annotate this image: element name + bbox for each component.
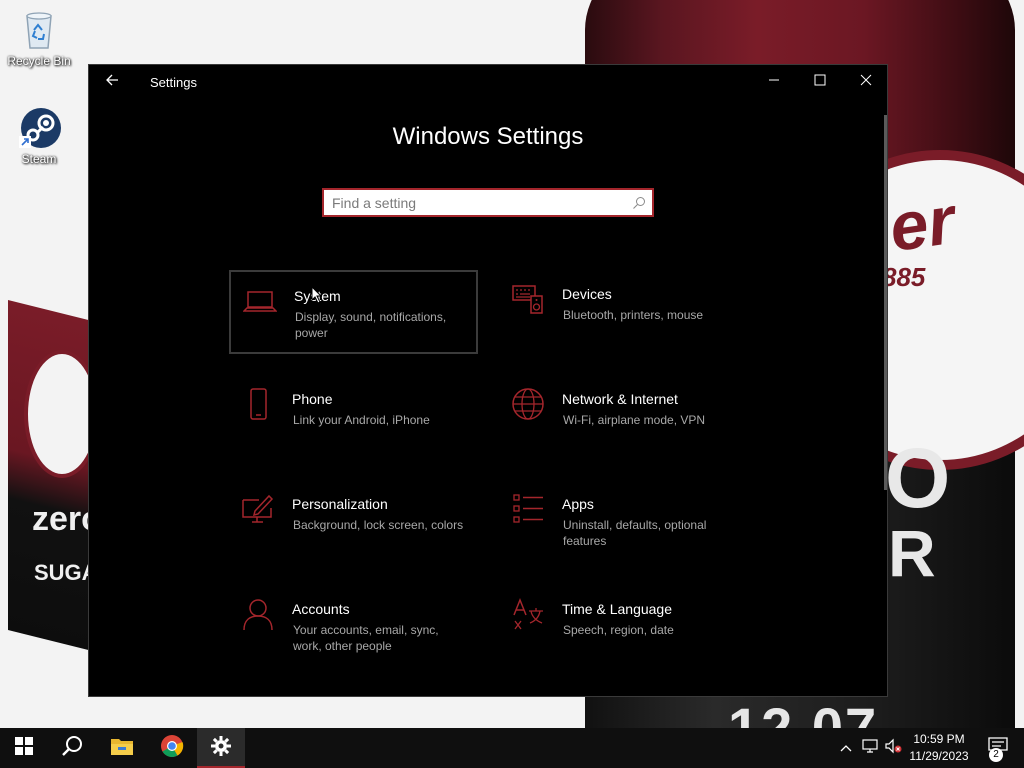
wallpaper-can-year: 885 <box>882 262 926 292</box>
tile-apps[interactable]: Apps Uninstall, defaults, optional featu… <box>499 480 748 564</box>
close-icon <box>860 73 872 91</box>
search-box[interactable] <box>322 188 654 217</box>
taskbar-file-explorer[interactable] <box>98 728 146 768</box>
tile-description: Display, sound, notifications, power <box>295 310 447 340</box>
notification-count-badge: 2 <box>989 748 1003 762</box>
tile-description: Link your Android, iPhone <box>293 413 430 427</box>
clock-time: 10:59 PM <box>913 732 965 746</box>
close-button[interactable] <box>843 65 889 99</box>
wallpaper-can-letter-r: R <box>888 516 936 590</box>
search-icon <box>61 735 83 762</box>
tile-time-language[interactable]: Time & Language Speech, region, date <box>499 585 748 669</box>
minimize-icon <box>768 73 780 91</box>
keyboard-speaker-icon <box>511 282 545 316</box>
tile-accounts[interactable]: Accounts Your accounts, email, sync, wor… <box>229 585 478 669</box>
tray-show-hidden[interactable] <box>836 728 856 768</box>
file-explorer-icon <box>110 736 134 761</box>
taskbar-clock[interactable]: 10:59 PM 11/29/2023 <box>902 731 976 765</box>
wallpaper-can-date: 12 07 <box>728 696 879 728</box>
back-button[interactable] <box>99 69 125 95</box>
wallpaper-can-text: er <box>885 181 960 267</box>
volume-muted-icon <box>884 738 902 759</box>
clock-date: 11/29/2023 <box>909 749 969 763</box>
settings-gear-icon <box>210 735 232 762</box>
tile-devices[interactable]: Devices Bluetooth, printers, mouse <box>499 270 748 354</box>
tile-phone[interactable]: Phone Link your Android, iPhone <box>229 375 478 459</box>
steam-icon <box>17 106 61 150</box>
tile-title: Accounts <box>292 601 350 617</box>
minimize-button[interactable] <box>751 65 797 99</box>
windows-start-icon <box>15 736 33 760</box>
person-icon <box>241 597 275 631</box>
tile-system[interactable]: System Display, sound, notifications, po… <box>229 270 478 354</box>
phone-icon <box>241 387 275 421</box>
tile-title: Personalization <box>292 496 388 512</box>
tile-description: Speech, region, date <box>563 623 674 637</box>
search-input[interactable] <box>332 193 622 213</box>
tile-personalization[interactable]: Personalization Background, lock screen,… <box>229 480 478 564</box>
tile-title: Devices <box>562 286 612 302</box>
window-title: Settings <box>150 75 197 90</box>
tile-description: Bluetooth, printers, mouse <box>563 308 704 322</box>
taskbar: 10:59 PM 11/29/2023 <box>0 728 1024 768</box>
laptop-icon <box>242 284 278 318</box>
maximize-button[interactable] <box>797 65 843 99</box>
tile-description: Uninstall, defaults, optional features <box>563 518 707 548</box>
mouse-cursor-icon <box>311 285 323 304</box>
desktop-icon-label: Recycle Bin <box>7 54 71 68</box>
tile-title: Apps <box>562 496 594 512</box>
tray-network[interactable] <box>860 728 882 768</box>
apps-list-icon <box>511 492 545 526</box>
desktop-icon-recycle-bin[interactable]: Recycle Bin <box>4 8 74 68</box>
tile-title: Network & Internet <box>562 391 678 407</box>
start-button[interactable] <box>0 728 48 768</box>
desktop-icon-label: Steam <box>21 152 57 166</box>
chrome-icon <box>160 734 184 763</box>
scrollbar[interactable] <box>884 115 887 490</box>
taskbar-chrome[interactable] <box>148 728 196 768</box>
tile-title: Time & Language <box>562 601 672 617</box>
taskbar-settings[interactable] <box>197 728 245 768</box>
paint-monitor-icon <box>241 492 275 526</box>
tile-description: Your accounts, email, sync, work, other … <box>293 623 439 653</box>
desktop-icon-steam[interactable]: Steam <box>4 106 74 166</box>
time-language-icon <box>511 597 545 631</box>
taskbar-search-button[interactable] <box>48 728 96 768</box>
network-icon <box>862 738 880 759</box>
chevron-up-icon <box>840 739 852 757</box>
globe-icon <box>511 387 545 421</box>
tile-description: Background, lock screen, colors <box>293 518 464 532</box>
tile-network-internet[interactable]: Network & Internet Wi-Fi, airplane mode,… <box>499 375 748 459</box>
recycle-bin-icon <box>17 8 61 52</box>
back-arrow-icon <box>105 73 119 92</box>
settings-window: Settings Windows Settings System <box>88 64 888 697</box>
wallpaper-can-letter-o: O <box>885 431 951 525</box>
tray-volume[interactable] <box>882 728 904 768</box>
search-icon[interactable] <box>632 196 646 210</box>
title-bar[interactable]: Settings <box>89 65 887 99</box>
page-title: Windows Settings <box>392 123 584 150</box>
tile-title: Phone <box>292 391 333 407</box>
maximize-icon <box>814 73 826 91</box>
tile-description: Wi-Fi, airplane mode, VPN <box>563 413 706 427</box>
